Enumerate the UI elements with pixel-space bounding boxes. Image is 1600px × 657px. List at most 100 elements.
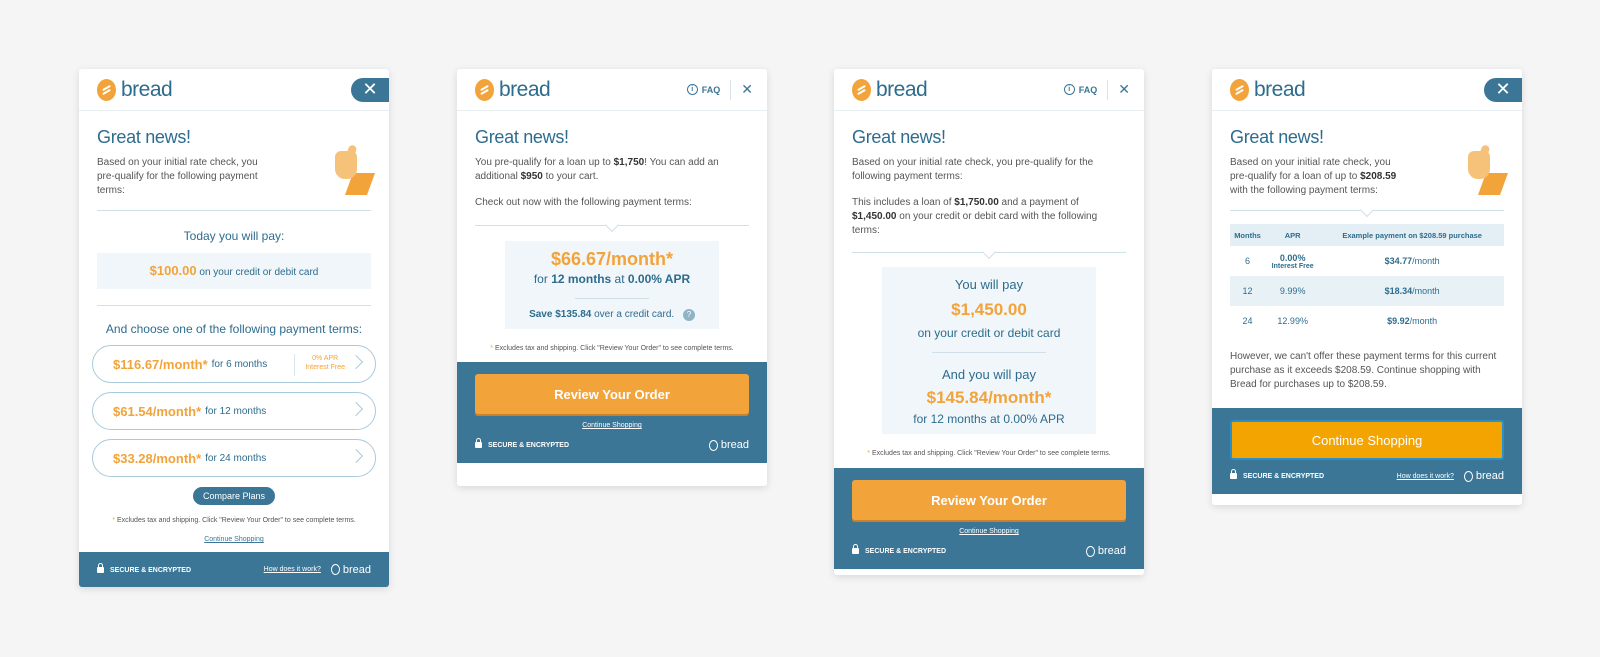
plan-option-24[interactable]: $33.28/month* for 24 months	[92, 439, 376, 477]
card-header: bread ✕	[79, 69, 389, 111]
bread-logo-icon	[1230, 78, 1249, 101]
bread-logo: bread	[852, 78, 928, 102]
today-suffix: on your credit or debit card	[199, 267, 319, 278]
faq-link[interactable]: i FAQ	[1063, 84, 1097, 95]
lock-icon	[1230, 469, 1237, 479]
plan-term: for 24 months	[205, 452, 267, 464]
offer-box: $66.67/month* for 12 months at 0.00% APR…	[505, 241, 719, 329]
plan-amount: $33.28/month*	[113, 450, 202, 466]
term-line: for 12 months at 0.00% APR	[533, 272, 691, 286]
footer-bread-logo: bread	[330, 564, 371, 576]
chevron-right-icon	[348, 401, 364, 417]
monthly-amount: $66.67/month*	[550, 249, 674, 269]
card-header: bread i FAQ ✕	[834, 69, 1144, 111]
footer-bread-logo: bread	[1463, 470, 1504, 482]
plan-option-6[interactable]: $116.67/month* for 6 months 0% APR Intere…	[92, 345, 376, 383]
plan-option-12[interactable]: $61.54/month* for 12 months	[92, 392, 376, 430]
pay-sub: on your credit or debit card	[917, 326, 1061, 340]
and-you-will-pay-label: And you will pay	[942, 367, 1036, 382]
title: Great news!	[852, 127, 946, 147]
loan-text: This includes a loan of $1,750.00 and a …	[852, 197, 1098, 236]
secure-label: SECURE & ENCRYPTED	[852, 544, 946, 555]
payment-terms-table: Months APR Example payment on $208.59 pu…	[1230, 224, 1504, 336]
monthly-amount: $145.84/month*	[926, 388, 1052, 407]
col-months: Months	[1230, 224, 1266, 246]
card-header: bread i FAQ ✕	[457, 69, 767, 111]
table-row: 12 9.99% $18.34/month	[1230, 276, 1504, 306]
choose-label: And choose one of the following payment …	[105, 322, 363, 336]
footer: Review Your Order Continue Shopping SECU…	[457, 362, 767, 463]
close-icon: ✕	[362, 79, 378, 99]
compare-plans-button[interactable]: Compare Plans	[192, 487, 276, 505]
today-payment-box: $100.00 on your credit or debit card	[97, 253, 371, 289]
plan-amount: $116.67/month*	[113, 356, 208, 372]
bread-logo: bread	[1230, 78, 1306, 102]
intro-text: Based on your initial rate check, you pr…	[1230, 157, 1397, 196]
close-button[interactable]: ✕	[1484, 77, 1522, 102]
col-example: Example payment on $208.59 purchase	[1320, 224, 1504, 246]
close-icon: ✕	[1495, 79, 1511, 99]
continue-shopping-button[interactable]: Continue Shopping	[1230, 420, 1504, 460]
close-icon[interactable]: ✕	[1118, 81, 1130, 98]
limit-warning: However, we can't offer these payment te…	[1230, 351, 1497, 390]
how-it-works-link[interactable]: How does it work?	[264, 566, 321, 573]
plan-term: for 6 months	[211, 358, 268, 370]
plan-term: for 12 months	[205, 405, 267, 417]
footer: Continue Shopping SECURE & ENCRYPTED How…	[1212, 408, 1522, 494]
info-icon: i	[1063, 84, 1075, 95]
thumbs-up-illustration	[1460, 144, 1509, 195]
bread-logo-icon	[97, 78, 116, 101]
close-icon[interactable]: ✕	[741, 81, 753, 98]
bread-logo-icon	[475, 78, 494, 101]
lock-icon	[475, 438, 482, 448]
footer: SECURE & ENCRYPTED How does it work? bre…	[79, 552, 389, 587]
bread-logo: bread	[97, 78, 173, 102]
today-amount: $100.00	[149, 263, 197, 278]
help-icon[interactable]: ?	[682, 309, 695, 321]
prequal-text: You pre-qualify for a loan up to $1,750!…	[475, 157, 719, 182]
how-it-works-link[interactable]: How does it work?	[1397, 473, 1454, 480]
chevron-right-icon	[348, 354, 364, 370]
card-header: bread ✕	[1212, 69, 1522, 111]
intro-text: Based on your initial rate check, you pr…	[97, 157, 258, 196]
lock-icon	[97, 562, 104, 573]
terms-note: * Excludes tax and shipping. Click "Revi…	[867, 450, 1111, 457]
payment-box: You will pay $1,450.00 on your credit or…	[882, 267, 1096, 434]
secure-label: SECURE & ENCRYPTED	[97, 562, 191, 574]
table-row: 6 0.00% Interest Free $34.77/month	[1245, 252, 1440, 270]
secure-label: SECURE & ENCRYPTED	[475, 438, 569, 449]
monthly-sub: for 12 months at 0.00% APR	[913, 412, 1065, 426]
terms-note: * Excludes tax and shipping. Click "Revi…	[490, 345, 734, 352]
plan-amount: $61.54/month*	[113, 403, 202, 419]
prequal-text: Based on your initial rate check, you pr…	[852, 157, 1094, 182]
prequal-card-4: bread ✕ Great news! Based on your initia…	[1212, 69, 1522, 505]
chevron-right-icon	[348, 448, 364, 464]
col-apr: APR	[1265, 224, 1321, 246]
you-will-pay-label: You will pay	[954, 277, 1024, 292]
title: Great news!	[475, 127, 569, 147]
savings-line: Save $135.84 over a credit card. ?	[505, 309, 719, 321]
bread-logo: bread	[475, 78, 551, 102]
thumbs-up-illustration	[327, 144, 376, 195]
terms-note: * Excludes tax and shipping. Click "Revi…	[112, 517, 356, 524]
secure-label: SECURE & ENCRYPTED	[1230, 469, 1324, 480]
pay-amount: $1,450.00	[951, 300, 1027, 319]
continue-shopping-link[interactable]: Continue Shopping	[852, 528, 1126, 535]
footer-bread-logo: bread	[1085, 545, 1126, 557]
checkout-text: Check out now with the following payment…	[475, 197, 692, 208]
faq-link[interactable]: i FAQ	[686, 84, 720, 95]
prequal-card-3: bread i FAQ ✕ Great news! Based on your i…	[834, 69, 1144, 575]
apr-badge: 0% APR Interest Free	[294, 354, 345, 376]
review-order-button[interactable]: Review Your Order	[852, 480, 1126, 520]
prequal-card-1: bread ✕ Great news! Based on your initia…	[79, 69, 389, 587]
table-row: 24 12.99% $9.92/month	[1242, 316, 1438, 326]
footer-bread-logo: bread	[708, 439, 749, 451]
review-order-button[interactable]: Review Your Order	[475, 374, 749, 414]
continue-shopping-link[interactable]: Continue Shopping	[97, 536, 371, 543]
lock-icon	[852, 544, 859, 554]
info-icon: i	[686, 84, 698, 95]
close-button[interactable]: ✕	[351, 77, 389, 102]
today-label: Today you will pay:	[183, 229, 285, 243]
continue-shopping-link[interactable]: Continue Shopping	[475, 422, 749, 429]
prequal-card-2: bread i FAQ ✕ Great news! You pre-qualify…	[457, 69, 767, 486]
